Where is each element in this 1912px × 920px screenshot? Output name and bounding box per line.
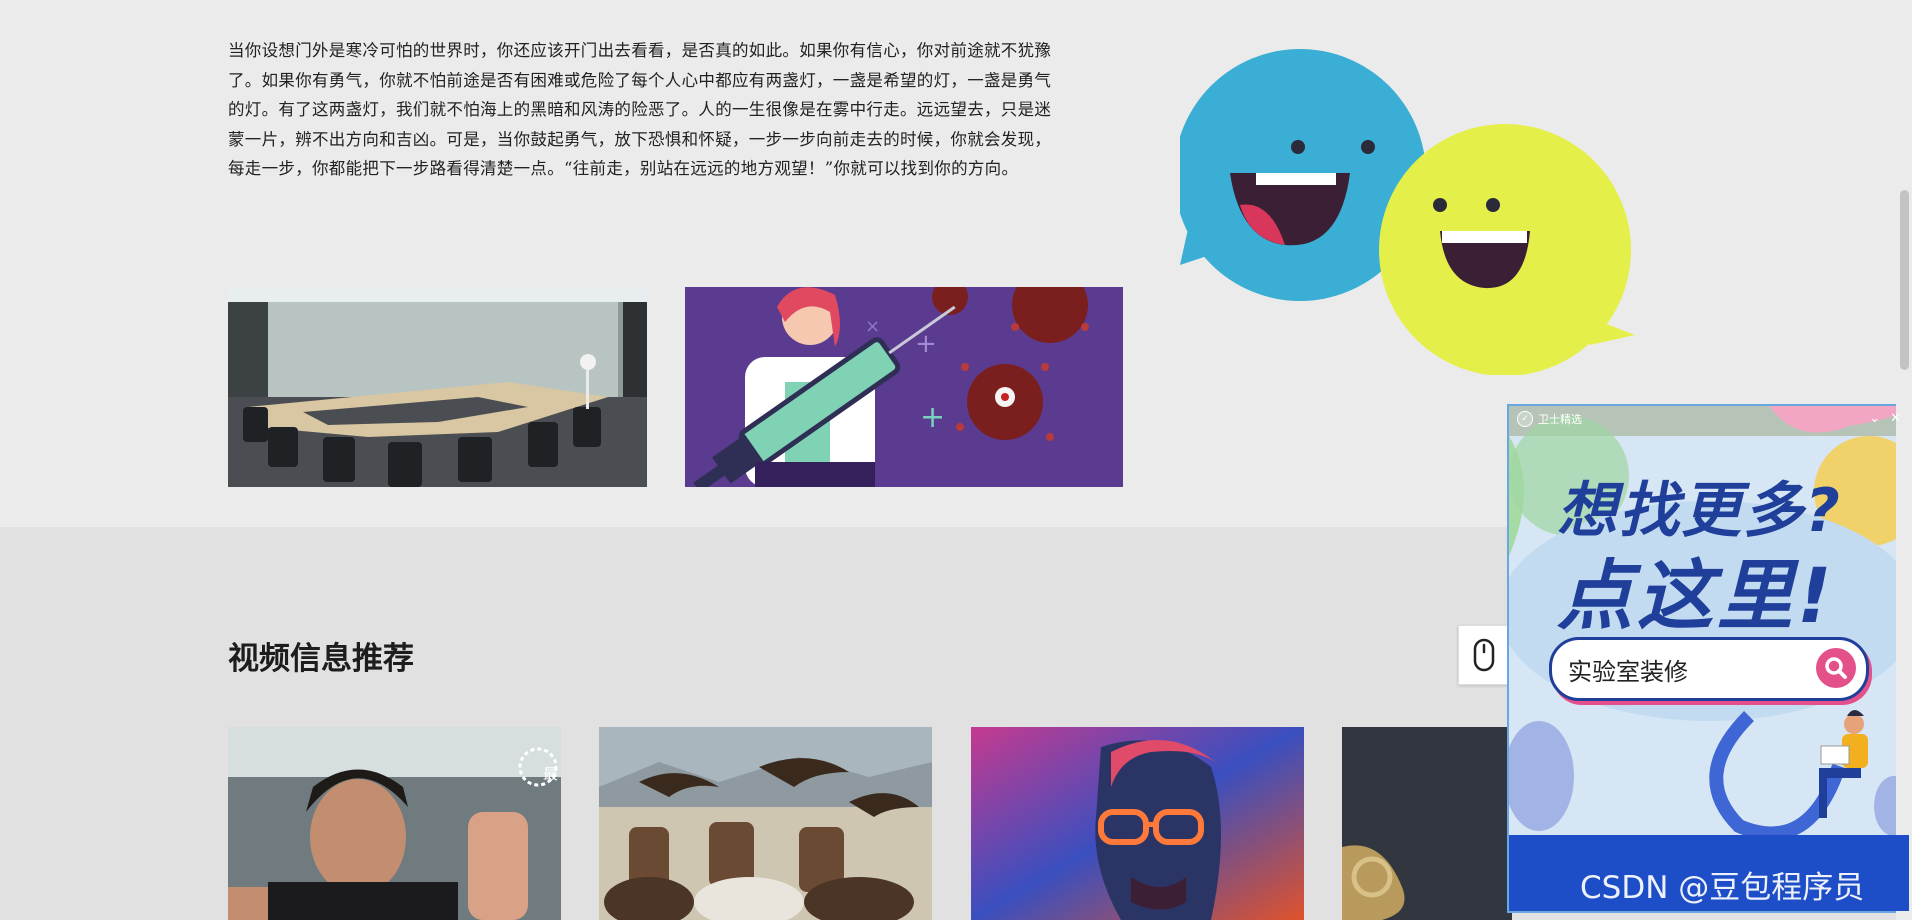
csdn-watermark: CSDN @豆包程序员 <box>1580 870 1865 906</box>
chat-bubbles-illustration <box>1180 49 1635 375</box>
ad-controls: ⌄ ✕ <box>1869 411 1901 426</box>
ad-brand: ✓ 卫士精选 <box>1517 411 1582 427</box>
ad-popup[interactable]: ✓ 卫士精选 ⌄ ✕ 想找更多? 点这里! 实验室装修 <box>1507 404 1911 913</box>
shield-logo-icon: ✓ <box>1517 411 1533 427</box>
ad-search-box[interactable]: 实验室装修 <box>1549 637 1869 701</box>
page-scrollbar[interactable] <box>1896 0 1912 920</box>
ad-header: ✓ 卫士精选 ⌄ ✕ <box>1509 406 1909 432</box>
mouse-scroll-widget[interactable] <box>1458 625 1510 685</box>
video-card-jewelry[interactable] <box>1342 727 1512 920</box>
svg-text:+: + <box>920 400 945 435</box>
mouse-icon <box>1473 638 1495 672</box>
vaccine-cartoon-image: + + × <box>685 287 1123 487</box>
article-paragraph: 当你设想门外是寒冷可怕的世界时，你还应该开门出去看看，是否真的如此。如果你有信心… <box>228 41 1052 178</box>
video-badge: 最 <box>543 765 559 783</box>
video-card-kungfu[interactable]: 最 <box>228 727 561 920</box>
svg-text:×: × <box>865 316 880 337</box>
meeting-room-image <box>228 287 647 487</box>
video-card-neon-portrait[interactable] <box>971 727 1304 920</box>
ad-brand-label: 卫士精选 <box>1538 413 1582 426</box>
yellow-smiley-bubble <box>1379 124 1635 375</box>
video-card-eagle-hunters[interactable] <box>599 727 932 920</box>
chevron-down-icon[interactable]: ⌄ <box>1869 411 1880 426</box>
ad-headline-line2: 点这里! <box>1557 551 1836 640</box>
scrollbar-thumb[interactable] <box>1900 190 1909 370</box>
section-title: 视频信息推荐 <box>228 641 414 677</box>
ad-search-query: 实验室装修 <box>1568 657 1688 686</box>
search-icon[interactable] <box>1816 648 1856 688</box>
close-icon[interactable]: ✕ <box>1890 411 1901 426</box>
